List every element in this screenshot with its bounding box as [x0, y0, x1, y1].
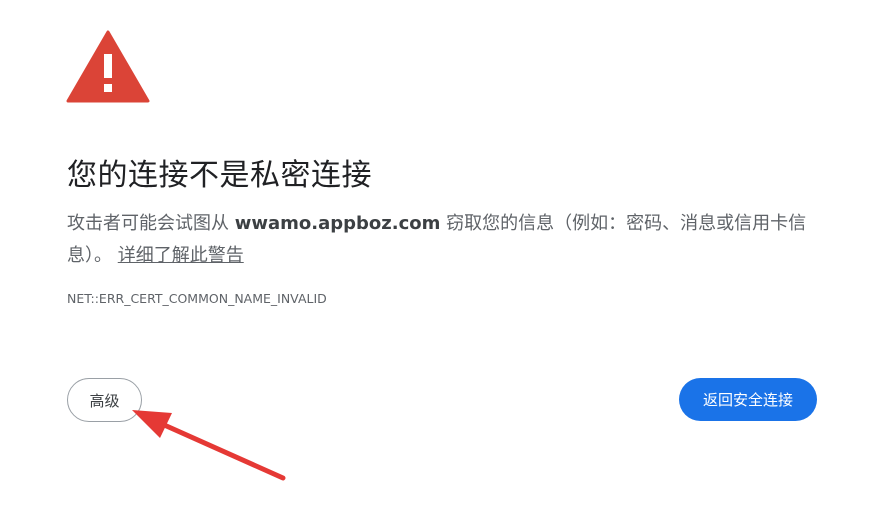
learn-more-link[interactable]: 详细了解此警告 [118, 245, 244, 266]
warning-triangle-icon [66, 30, 150, 103]
error-code: NET::ERR_CERT_COMMON_NAME_INVALID [67, 291, 327, 306]
advanced-button[interactable]: 高级 [67, 378, 142, 422]
privacy-error-page: 您的连接不是私密连接 攻击者可能会试图从 wwamo.appboz.com 窃取… [0, 0, 870, 515]
error-description: 攻击者可能会试图从 wwamo.appboz.com 窃取您的信息（例如：密码、… [67, 208, 812, 272]
back-to-safety-button[interactable]: 返回安全连接 [679, 378, 817, 421]
page-title: 您的连接不是私密连接 [67, 158, 372, 193]
domain-name: wwamo.appboz.com [234, 213, 441, 234]
description-text-before: 攻击者可能会试图从 [67, 213, 235, 234]
